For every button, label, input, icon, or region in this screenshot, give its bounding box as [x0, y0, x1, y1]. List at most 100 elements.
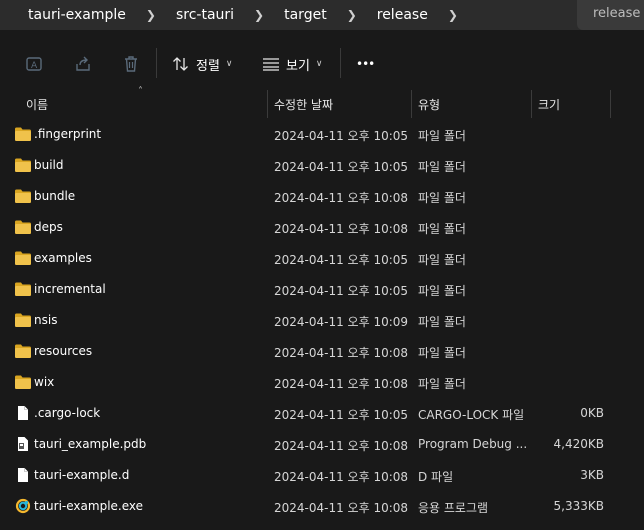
file-name: .fingerprint	[34, 127, 102, 141]
file-type: 파일 폴더	[418, 253, 466, 267]
file-name: resources	[34, 344, 93, 358]
column-name[interactable]: 이름	[26, 96, 48, 113]
breadcrumb: tauri-example ❯ src-tauri ❯ target ❯ rel…	[0, 0, 570, 30]
file-type: 파일 폴더	[418, 160, 466, 174]
sort-label: 정렬	[196, 58, 220, 74]
file-list: .fingerprint 2024-04-11 오후 10:05 파일 폴더 b…	[0, 119, 644, 522]
toolbar-divider	[340, 48, 341, 78]
delete-icon[interactable]	[121, 54, 141, 74]
search-input[interactable]: release	[577, 0, 644, 30]
file-date: 2024-04-11 오후 10:09	[274, 315, 409, 329]
file-name: tauri_example.pdb	[34, 437, 147, 451]
share-icon[interactable]	[73, 54, 93, 74]
list-item[interactable]: incremental 2024-04-11 오후 10:05 파일 폴더	[0, 274, 644, 305]
file-size: 4,420KB	[553, 437, 604, 451]
folder-icon	[14, 126, 32, 142]
file-name: incremental	[34, 282, 106, 296]
file-size: 3KB	[580, 468, 604, 482]
file-type: 파일 폴더	[418, 222, 466, 236]
list-item[interactable]: tauri-example.exe 2024-04-11 오후 10:08 응용…	[0, 491, 644, 522]
list-item[interactable]: resources 2024-04-11 오후 10:08 파일 폴더	[0, 336, 644, 367]
more-icon: •••	[356, 57, 375, 71]
list-item[interactable]: build 2024-04-11 오후 10:05 파일 폴더	[0, 150, 644, 181]
file-name: tauri-example.d	[34, 468, 130, 482]
chevron-down-icon: ∨	[315, 59, 323, 69]
column-type[interactable]: 유형	[418, 96, 440, 113]
column-modified[interactable]: 수정한 날짜	[274, 96, 333, 113]
file-icon	[14, 467, 32, 483]
breadcrumb-tauri-example[interactable]: tauri-example	[0, 7, 136, 23]
file-name: deps	[34, 220, 63, 234]
breadcrumb-src-tauri[interactable]: src-tauri	[176, 7, 244, 23]
sort-icon	[173, 57, 188, 71]
list-item[interactable]: tauri_example.pdb 2024-04-11 오후 10:08 Pr…	[0, 429, 644, 460]
column-divider[interactable]	[610, 90, 611, 118]
file-date: 2024-04-11 오후 10:08	[274, 377, 409, 391]
file-type: Program Debug ...	[418, 437, 528, 451]
file-name: tauri-example.exe	[34, 499, 144, 513]
address-bar: tauri-example ❯ src-tauri ❯ target ❯ rel…	[0, 0, 644, 30]
breadcrumb-release[interactable]: release	[377, 7, 438, 23]
folder-icon	[14, 281, 32, 297]
search-text: release	[593, 6, 641, 21]
view-label: 보기	[286, 58, 310, 74]
chevron-down-icon: ∨	[225, 59, 233, 69]
toolbar-divider	[156, 48, 157, 78]
file-name: bundle	[34, 189, 76, 203]
file-date: 2024-04-11 오후 10:08	[274, 191, 409, 205]
file-date: 2024-04-11 오후 10:05	[274, 408, 409, 422]
column-header: ˄ 이름 수정한 날짜 유형 크기	[0, 86, 644, 118]
file-size: 0KB	[580, 406, 604, 420]
folder-icon	[14, 343, 32, 359]
file-name: wix	[34, 375, 55, 389]
list-item[interactable]: wix 2024-04-11 오후 10:08 파일 폴더	[0, 367, 644, 398]
list-item[interactable]: nsis 2024-04-11 오후 10:09 파일 폴더	[0, 305, 644, 336]
column-divider[interactable]	[411, 90, 412, 118]
column-size[interactable]: 크기	[538, 96, 560, 113]
chevron-right-icon[interactable]: ❯	[136, 8, 176, 22]
list-item[interactable]: bundle 2024-04-11 오후 10:08 파일 폴더	[0, 181, 644, 212]
file-date: 2024-04-11 오후 10:05	[274, 253, 409, 267]
column-divider[interactable]	[267, 90, 268, 118]
folder-icon	[14, 188, 32, 204]
column-divider[interactable]	[531, 90, 532, 118]
breadcrumb-target[interactable]: target	[284, 7, 337, 23]
file-date: 2024-04-11 오후 10:08	[274, 439, 409, 453]
pdb-file-icon	[14, 436, 32, 452]
view-button[interactable]: 보기 ∨	[262, 52, 323, 76]
file-date: 2024-04-11 오후 10:05	[274, 129, 409, 143]
file-type: 응용 프로그램	[418, 501, 489, 515]
more-options-button[interactable]: •••	[356, 52, 375, 76]
file-date: 2024-04-11 오후 10:08	[274, 501, 409, 515]
folder-icon	[14, 157, 32, 173]
list-item[interactable]: tauri-example.d 2024-04-11 오후 10:08 D 파일…	[0, 460, 644, 491]
file-name: examples	[34, 251, 92, 265]
file-date: 2024-04-11 오후 10:05	[274, 160, 409, 174]
file-name: nsis	[34, 313, 58, 327]
list-item[interactable]: examples 2024-04-11 오후 10:05 파일 폴더	[0, 243, 644, 274]
file-date: 2024-04-11 오후 10:05	[274, 284, 409, 298]
folder-icon	[14, 374, 32, 390]
file-type: D 파일	[418, 470, 454, 484]
file-size: 5,333KB	[553, 499, 604, 513]
file-date: 2024-04-11 오후 10:08	[274, 470, 409, 484]
list-item[interactable]: .cargo-lock 2024-04-11 오후 10:05 CARGO-LO…	[0, 398, 644, 429]
file-type: 파일 폴더	[418, 284, 466, 298]
sort-button[interactable]: 정렬 ∨	[172, 52, 233, 76]
file-type: 파일 폴더	[418, 191, 466, 205]
file-date: 2024-04-11 오후 10:08	[274, 346, 409, 360]
folder-icon	[14, 219, 32, 235]
list-item[interactable]: .fingerprint 2024-04-11 오후 10:05 파일 폴더	[0, 119, 644, 150]
chevron-right-icon[interactable]: ❯	[337, 8, 377, 22]
svg-text:A: A	[31, 61, 38, 71]
file-icon	[14, 405, 32, 421]
folder-icon	[14, 250, 32, 266]
file-type: 파일 폴더	[418, 346, 466, 360]
rename-icon[interactable]: A	[24, 54, 44, 74]
list-item[interactable]: deps 2024-04-11 오후 10:08 파일 폴더	[0, 212, 644, 243]
file-date: 2024-04-11 오후 10:08	[274, 222, 409, 236]
chevron-right-icon[interactable]: ❯	[244, 8, 284, 22]
chevron-right-icon[interactable]: ❯	[438, 8, 478, 22]
view-list-icon	[263, 58, 279, 71]
sort-ascending-icon: ˄	[138, 86, 143, 97]
